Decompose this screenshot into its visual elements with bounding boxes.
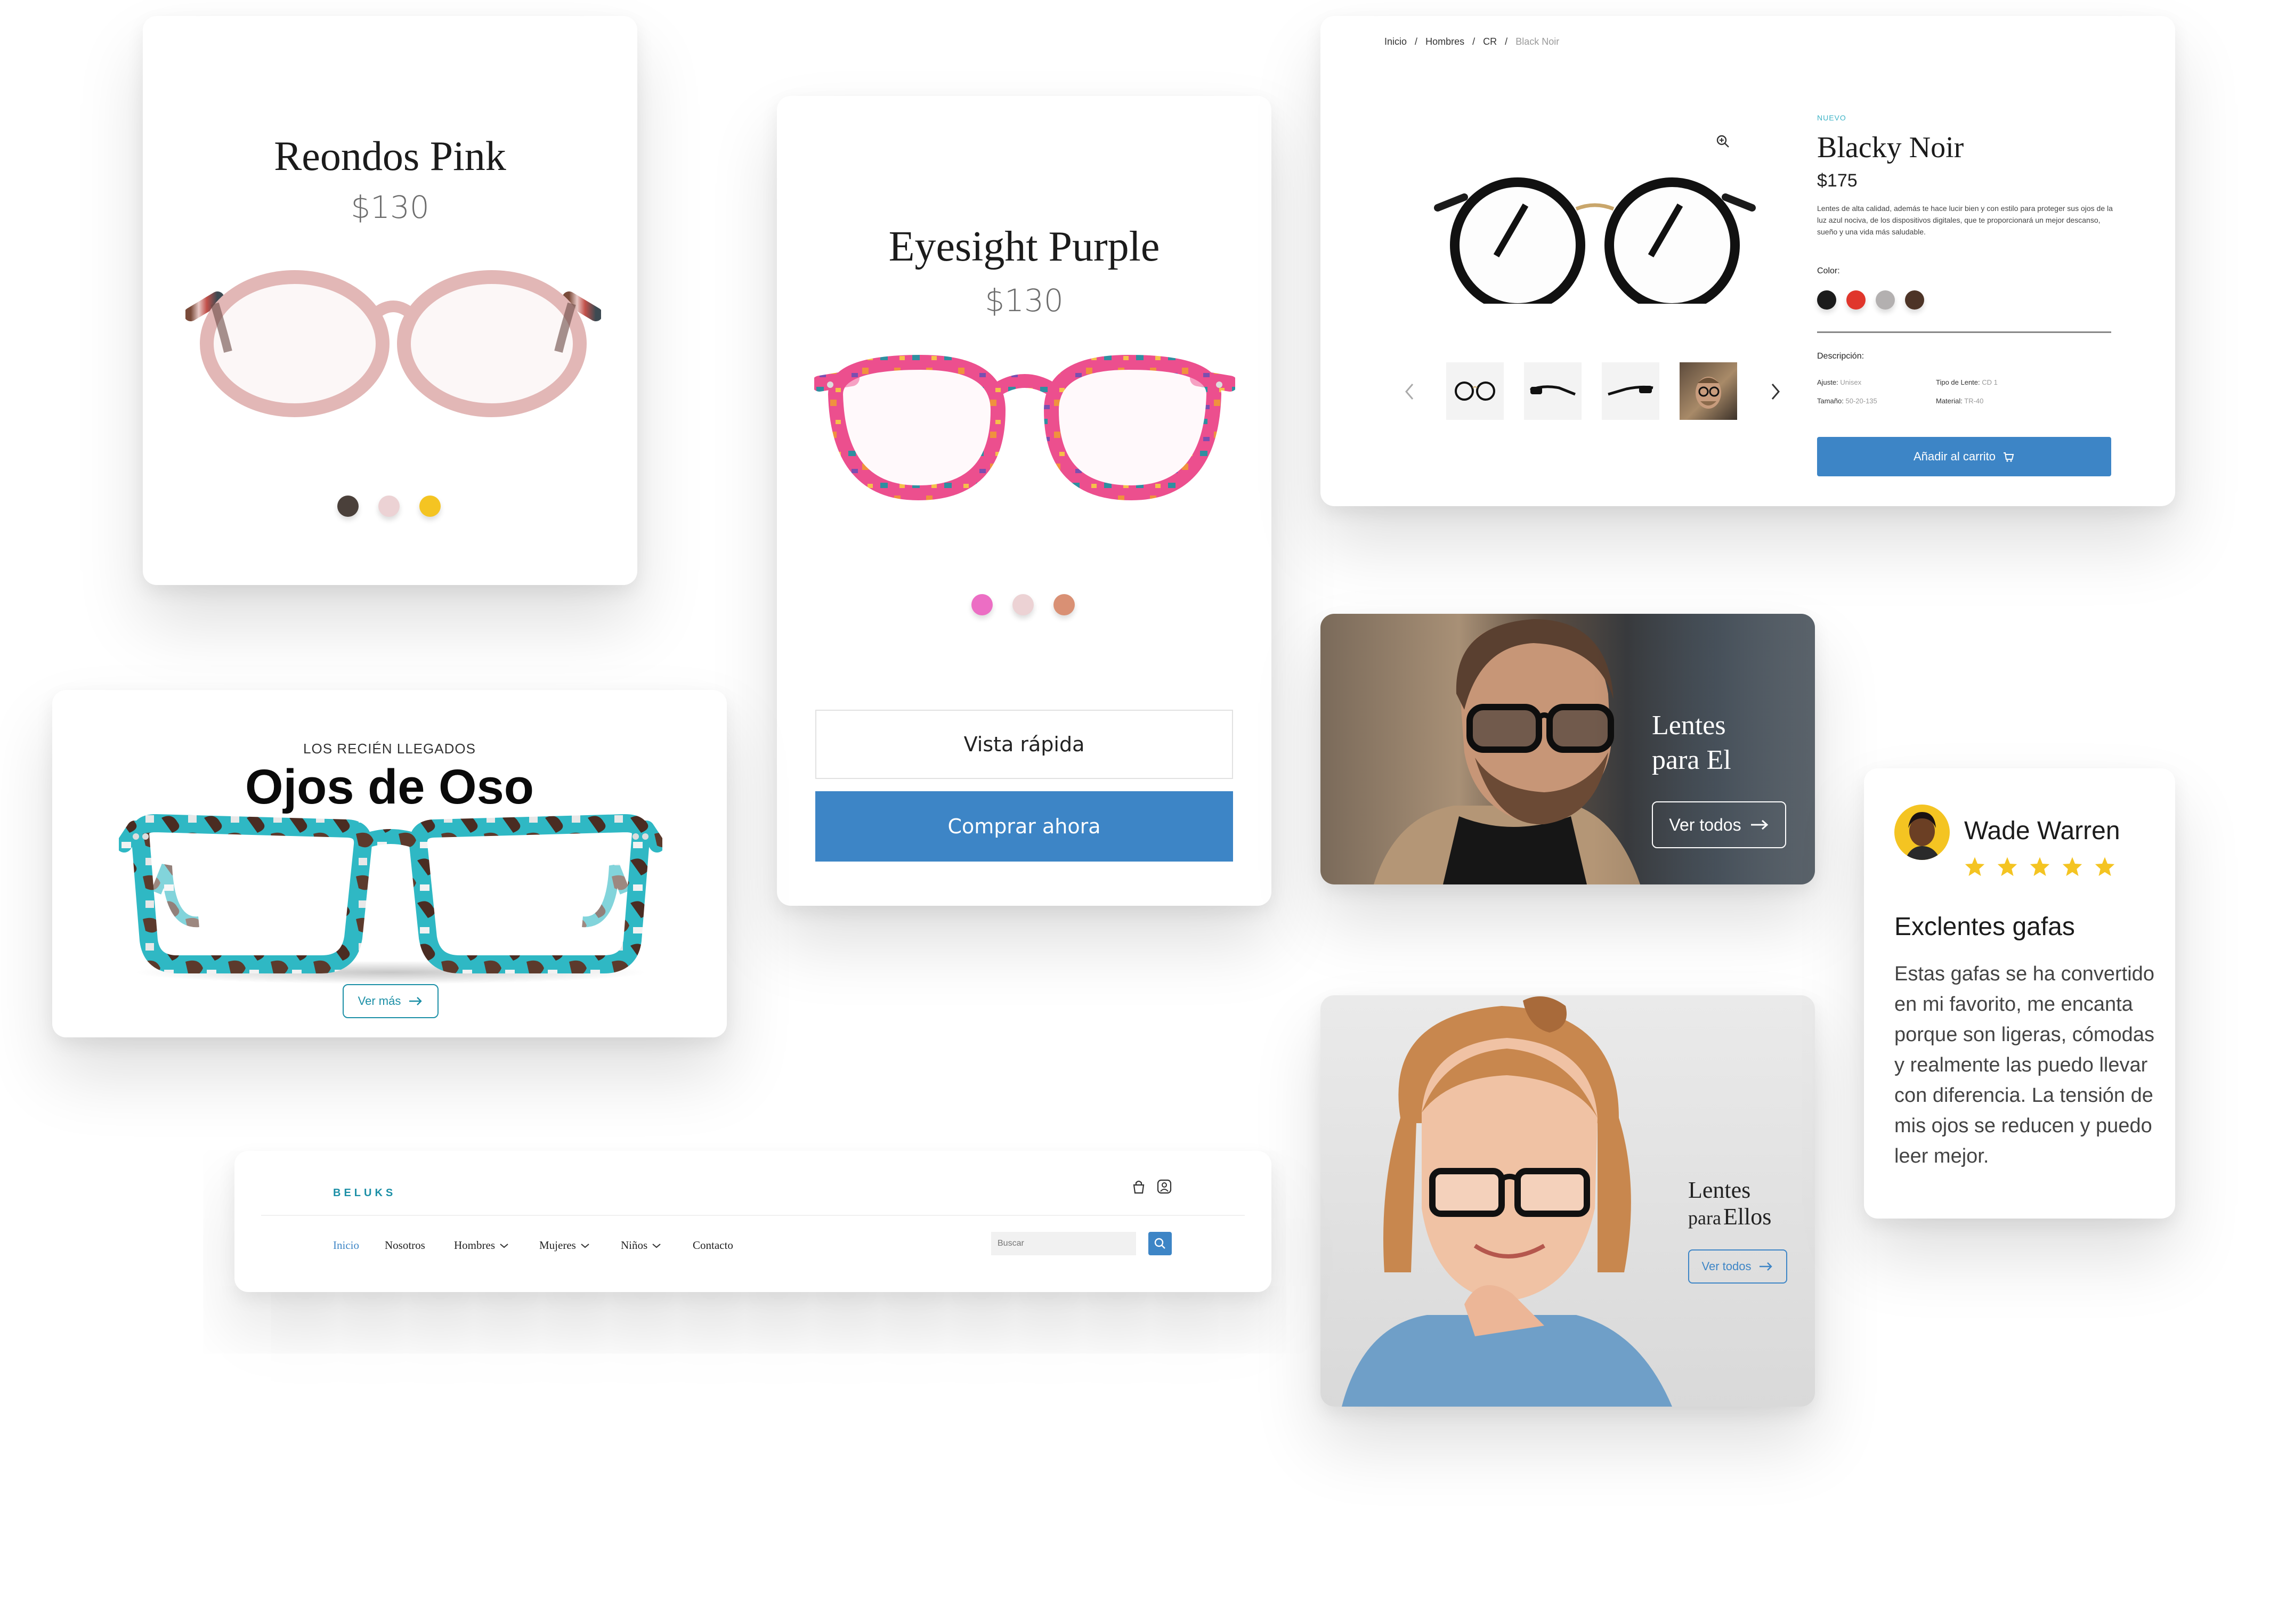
chevron-down-icon [652, 1243, 661, 1249]
color-swatch-pink[interactable] [378, 496, 400, 517]
product-price: $175 [1817, 170, 1858, 191]
color-swatch-grey[interactable] [1876, 290, 1895, 310]
chevron-down-icon [499, 1243, 509, 1249]
review-heading: Exclentes gafas [1894, 913, 2075, 941]
thumbnail-model[interactable] [1680, 362, 1737, 420]
carousel-next-arrow[interactable] [1769, 381, 1782, 402]
avatar [1894, 805, 1950, 860]
description-label: Descripción: [1817, 352, 1864, 361]
spec-material: Material: TR-40 [1936, 397, 1984, 405]
breadcrumb-item[interactable]: Hombres [1425, 36, 1464, 47]
star-icon [1964, 856, 1985, 876]
color-swatch-yellow[interactable] [419, 496, 441, 517]
thumbnail-front[interactable] [1446, 362, 1504, 420]
eyebrow-text: LOS RECIÉN LLEGADOS [303, 741, 476, 757]
breadcrumb: Inicio / Hombres / CR / Black Noir [1384, 36, 1560, 47]
chevron-down-icon [580, 1243, 590, 1249]
cart-icon [2002, 450, 2015, 463]
banner-kids-title-line1: Lentes [1688, 1177, 1751, 1203]
navbar-divider [261, 1215, 1245, 1216]
spec-size: Tamaño: 50-20-135 [1817, 397, 1877, 405]
spec-lens-type: Tipo de Lente: CD 1 [1936, 378, 1998, 386]
product-image[interactable] [814, 352, 1235, 511]
color-swatch-light-pink[interactable] [1012, 594, 1034, 615]
nav-link-kids[interactable]: Niños [621, 1239, 661, 1252]
arrow-right-icon [1758, 1262, 1773, 1271]
new-badge: NUEVO [1817, 113, 1846, 122]
product-image[interactable] [185, 256, 601, 421]
brand-logo[interactable]: BELUKS [333, 1187, 396, 1199]
banner-men-title-line2: para El [1652, 745, 1731, 775]
product-detail-card: Inicio / Hombres / CR / Black Noir NUEVO… [1320, 16, 2175, 506]
product-description: Lentes de alta calidad, además te hace l… [1817, 204, 2113, 236]
product-title: Reondos Pink [274, 133, 506, 179]
product-price: $130 [985, 282, 1064, 319]
add-to-cart-button[interactable]: Añadir al carrito [1817, 437, 2111, 476]
see-more-label: Ver más [358, 994, 401, 1008]
color-swatch-black[interactable] [1817, 290, 1836, 310]
color-swatch-brown[interactable] [337, 496, 359, 517]
view-all-men-button[interactable]: Ver todos [1652, 801, 1786, 848]
thumbnail-angle[interactable] [1602, 362, 1659, 420]
review-card: Wade Warren Exclentes gafas Estas gafas … [1864, 768, 2175, 1219]
product-title: Blacky Noir [1817, 131, 1964, 164]
carousel-prev-arrow[interactable] [1403, 381, 1416, 402]
star-icon [2062, 856, 2083, 876]
view-all-kids-button[interactable]: Ver todos [1688, 1249, 1787, 1284]
divider [1817, 331, 2111, 333]
color-swatch-brown[interactable] [1905, 290, 1924, 310]
quick-view-button[interactable]: Vista rápida [815, 710, 1233, 779]
product-title: Eyesight Purple [888, 223, 1160, 270]
search-button[interactable] [1148, 1232, 1172, 1255]
color-label: Color: [1817, 266, 1840, 275]
arrow-right-icon [408, 996, 423, 1006]
add-to-cart-label: Añadir al carrito [1913, 450, 1996, 463]
nav-link-home[interactable]: Inicio [333, 1239, 359, 1252]
nav-link-about[interactable]: Nosotros [385, 1239, 425, 1252]
color-swatch-tan[interactable] [1053, 594, 1075, 615]
feature-image[interactable] [119, 813, 662, 988]
star-rating [1964, 856, 2115, 876]
product-price: $130 [351, 189, 429, 225]
reviewer-name: Wade Warren [1964, 817, 2120, 845]
arrow-right-icon [1750, 819, 1769, 831]
banner-kids-title-line2: para Ellos [1688, 1204, 1772, 1230]
breadcrumb-item[interactable]: Inicio [1384, 36, 1407, 47]
star-icon [1997, 856, 2018, 876]
feature-title: Ojos de Oso [245, 760, 534, 814]
new-arrivals-card: LOS RECIÉN LLEGADOS Ojos de Oso Ver más [52, 690, 727, 1037]
search-input[interactable] [991, 1232, 1136, 1255]
view-all-label: Ver todos [1669, 815, 1741, 834]
cart-icon[interactable] [1131, 1179, 1147, 1195]
spec-fit: Ajuste: Unisex [1817, 378, 1862, 386]
buy-now-button[interactable]: Comprar ahora [815, 791, 1233, 862]
see-more-button[interactable]: Ver más [343, 984, 439, 1018]
breadcrumb-current: Black Noir [1515, 36, 1560, 47]
navbar-card: BELUKS Inicio Nosotros Hombres Mujeres N… [234, 1151, 1271, 1292]
color-swatch-red[interactable] [1846, 290, 1866, 310]
user-icon[interactable] [1156, 1179, 1172, 1195]
product-card-eyesight: Eyesight Purple $130 Vista rápida Compra [777, 96, 1271, 906]
banner-men[interactable]: Lentes para El Ver todos [1320, 614, 1815, 884]
nav-link-men[interactable]: Hombres [454, 1239, 509, 1252]
zoom-icon[interactable] [1716, 134, 1730, 148]
product-card-reondos: Reondos Pink $130 [143, 16, 637, 585]
product-main-image[interactable] [1432, 176, 1757, 304]
review-body: Estas gafas se ha convertido en mi favor… [1894, 963, 2154, 1167]
thumbnail-side[interactable] [1524, 362, 1582, 420]
star-icon [2094, 856, 2115, 876]
nav-link-contact[interactable]: Contacto [693, 1239, 733, 1252]
nav-link-women[interactable]: Mujeres [539, 1239, 590, 1252]
breadcrumb-item[interactable]: CR [1483, 36, 1497, 47]
search-icon [1154, 1237, 1166, 1250]
star-icon [2029, 856, 2050, 876]
view-all-label: Ver todos [1701, 1260, 1752, 1273]
color-swatch-pink[interactable] [971, 594, 993, 615]
banner-men-title-line1: Lentes [1652, 710, 1726, 741]
banner-kids[interactable]: Lentes para Ellos Ver todos [1320, 995, 1815, 1407]
